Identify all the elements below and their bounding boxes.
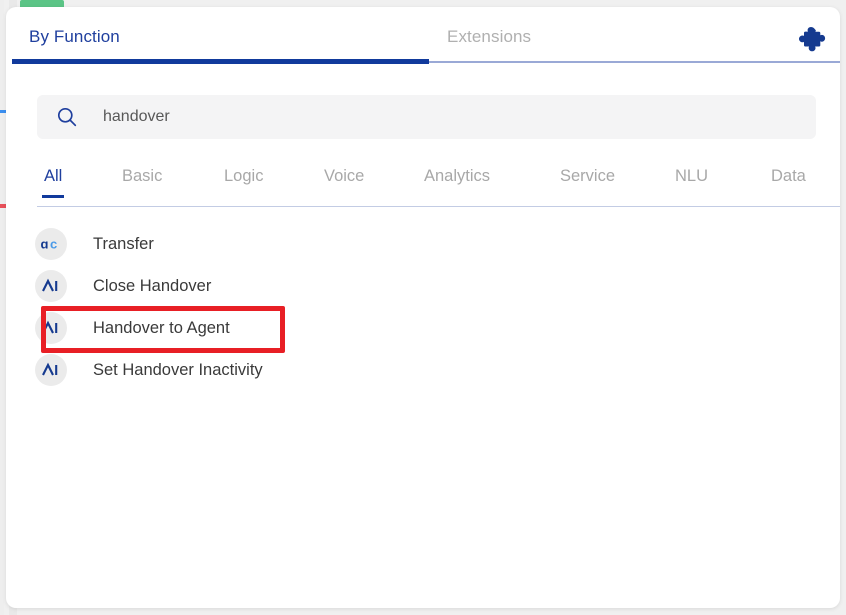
category-tab-service[interactable]: Service [560,167,615,186]
category-tab-basic[interactable]: Basic [122,167,162,186]
list-item-label: Handover to Agent [93,318,230,337]
list-item[interactable]: Set Handover Inactivity [29,349,819,391]
tab-active-underline [12,59,429,64]
category-tab-data-label: Data [771,167,806,185]
list-item-label: Transfer [93,234,154,253]
search-input[interactable] [103,95,816,139]
tab-by-function[interactable]: By Function [29,27,120,47]
category-tab-nlu-label: NLU [675,167,709,185]
node-result-list: ɑ c Transfer Close Handover Handover to … [29,223,819,391]
category-tab-voice-label: Voice [324,167,365,185]
tab-extensions[interactable]: Extensions [447,27,531,47]
screen-root: By Function Extensions handover All Basi… [0,0,846,615]
category-tab-service-label: Service [560,167,616,185]
category-tab-nlu[interactable]: NLU [675,167,708,186]
list-item[interactable]: ɑ c Transfer [29,223,819,265]
node-picker-panel: By Function Extensions handover All Basi… [6,7,840,608]
list-item-label: Close Handover [93,276,212,295]
category-tab-analytics-label: Analytics [424,167,491,185]
lambda-i-logo-icon [35,270,67,302]
category-tab-voice[interactable]: Voice [324,167,364,186]
background-edge-strip [0,0,4,615]
category-tab-bar: All Basic Logic Voice Analytics Service [37,167,840,207]
category-tab-all[interactable]: All [42,167,65,198]
category-tab-basic-label: Basic [122,167,163,185]
search-icon [56,106,78,128]
category-active-underline [42,195,65,198]
svg-text:ɑ: ɑ [41,237,49,252]
category-tab-logic-label: Logic [224,167,264,185]
category-tab-all-label: All [44,167,63,185]
category-tab-logic[interactable]: Logic [224,167,263,186]
puzzle-piece-icon[interactable] [797,23,829,55]
list-item-handover-to-agent[interactable]: Handover to Agent [29,307,819,349]
svg-text:c: c [50,237,57,252]
list-item-label: Set Handover Inactivity [93,360,263,379]
tab-bar-rule [429,61,840,63]
search-bar[interactable] [37,95,816,139]
alpha-c-logo-icon: ɑ c [35,228,67,260]
lambda-i-logo-icon [35,354,67,386]
top-tab-bar: By Function Extensions [6,7,840,64]
category-tab-analytics[interactable]: Analytics [424,167,490,186]
category-tab-rule [37,206,840,207]
category-tab-data[interactable]: Data [771,167,806,186]
list-item[interactable]: Close Handover [29,265,819,307]
lambda-i-logo-icon [35,312,67,344]
tab-extensions-label: Extensions [447,27,532,46]
tab-by-function-label: By Function [29,27,120,46]
